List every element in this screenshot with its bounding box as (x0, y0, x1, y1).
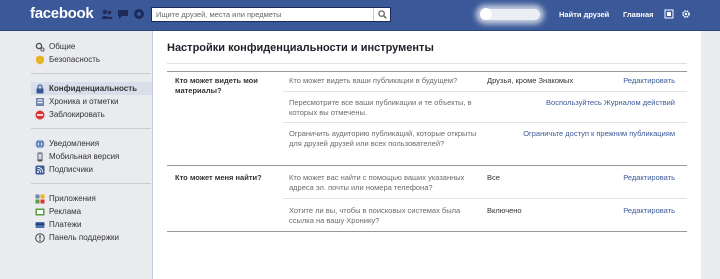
row-divider (283, 198, 687, 199)
page-title: Настройки конфиденциальности и инструмен… (167, 42, 434, 54)
shield-icon (36, 55, 44, 64)
sidebar-item-security[interactable]: Безопасность (31, 53, 152, 66)
block-icon (35, 110, 45, 119)
gear-icon (35, 42, 45, 52)
sidebar-item-label: Панель поддержки (49, 233, 120, 242)
apps-icon (35, 194, 45, 203)
sidebar-item-label: Конфиденциальность (49, 84, 138, 93)
sidebar-item-blocking[interactable]: Заблокировать (31, 108, 152, 121)
setting-question: Ограничить аудиторию публикаций, которые… (289, 129, 477, 148)
sidebar-item-general[interactable]: Общие (31, 40, 152, 53)
mobile-icon (37, 152, 43, 161)
friend-requests-icon[interactable] (101, 8, 113, 20)
setting-question: Пересмотрите все ваши публикации и те об… (289, 98, 472, 117)
ads-icon (35, 208, 45, 215)
sidebar-item-apps[interactable]: Приложения (31, 192, 152, 205)
sidebar-item-label: Заблокировать (49, 110, 105, 119)
sidebar-item-timeline[interactable]: Хроника и отметки (31, 95, 152, 108)
setting-question: Хотите ли вы, чтобы в поисковых системах… (289, 206, 461, 225)
facebook-logo[interactable]: facebook (30, 5, 94, 22)
sidebar-item-ads[interactable]: Реклама (31, 205, 152, 218)
search-icon (377, 10, 387, 19)
profile-name-blurred[interactable] (480, 9, 540, 20)
search-button[interactable] (373, 8, 390, 21)
sidebar-item-label: Реклама (49, 207, 82, 216)
row-divider (283, 122, 687, 123)
setting-value: Друзья, кроме Знакомых (487, 76, 574, 85)
sidebar-item-support-dashboard[interactable]: Панель поддержки (31, 231, 152, 244)
settings-sidebar: Общие Безопасность Конфиденциальность Хр… (0, 31, 152, 279)
gear-icon[interactable] (681, 9, 691, 19)
privacy-settings-panel: Настройки конфиденциальности и инструмен… (152, 31, 701, 279)
search-input[interactable] (152, 8, 370, 21)
sidebar-item-label: Уведомления (49, 139, 100, 148)
sidebar-divider (31, 73, 151, 74)
section-divider (167, 71, 687, 72)
search-box[interactable] (151, 7, 391, 22)
sidebar-item-label: Подписчики (49, 165, 94, 174)
sidebar-item-mobile[interactable]: Мобильная версия (31, 150, 152, 163)
setting-value: Все (487, 173, 500, 182)
sidebar-item-privacy[interactable]: Конфиденциальность (31, 82, 152, 95)
rss-icon (35, 165, 45, 174)
sidebar-item-label: Безопасность (49, 55, 101, 64)
section-label: Кто может видеть мои материалы? (175, 76, 258, 95)
sidebar-item-label: Мобильная версия (49, 152, 120, 161)
globe-icon (35, 138, 45, 149)
payments-icon (35, 221, 45, 228)
edit-link[interactable]: Редактировать (623, 206, 675, 216)
sidebar-item-notifications[interactable]: Уведомления (31, 137, 152, 150)
find-friends-link[interactable]: Найти друзей (559, 10, 609, 19)
sidebar-item-label: Приложения (49, 194, 96, 203)
section-divider (167, 165, 687, 166)
edit-link[interactable]: Редактировать (623, 173, 675, 183)
sidebar-item-label: Общие (49, 42, 76, 51)
section-label: Кто может меня найти? (175, 173, 262, 182)
messages-icon[interactable] (117, 8, 129, 20)
lock-icon (36, 83, 44, 93)
setting-value: Включено (487, 206, 522, 215)
sidebar-item-label: Платежи (49, 220, 82, 229)
top-bar: facebook Найти друзей Главная (0, 0, 720, 31)
notifications-icon[interactable] (133, 8, 145, 20)
setting-question: Кто может вас найти с помощью ваших указ… (289, 173, 465, 192)
privacy-shortcuts-icon[interactable] (664, 9, 674, 19)
timeline-icon (36, 97, 44, 106)
edit-link[interactable]: Редактировать (623, 76, 675, 86)
sidebar-divider (31, 183, 151, 184)
section-divider (167, 231, 687, 232)
sidebar-divider (31, 128, 151, 129)
support-icon (35, 232, 45, 243)
home-link[interactable]: Главная (623, 10, 654, 19)
sidebar-item-followers[interactable]: Подписчики (31, 163, 152, 176)
sidebar-item-payments[interactable]: Платежи (31, 218, 152, 231)
activity-log-link[interactable]: Воспользуйтесь Журналом действий (546, 98, 675, 108)
divider (167, 63, 687, 64)
row-divider (283, 91, 687, 92)
limit-past-posts-link[interactable]: Ограничьте доступ к прежним публикациям (523, 129, 675, 139)
sidebar-item-label: Хроника и отметки (49, 97, 119, 106)
setting-question: Кто может видеть ваши публикации в будущ… (289, 76, 458, 85)
